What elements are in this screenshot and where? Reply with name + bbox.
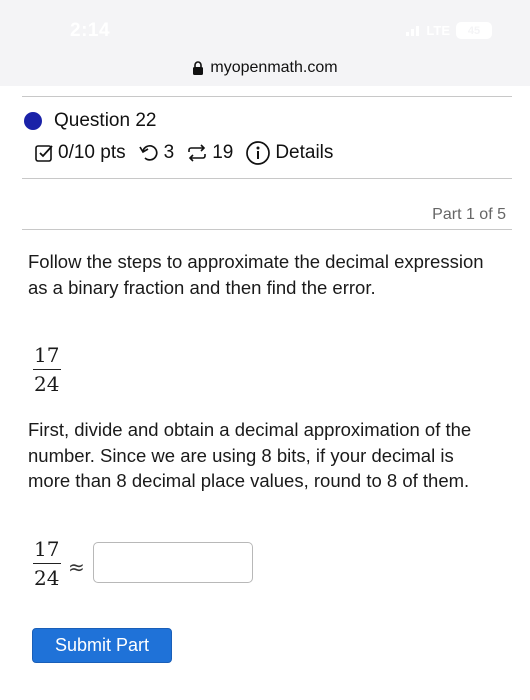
attempts-count: 19 bbox=[212, 142, 234, 163]
answer-input[interactable] bbox=[93, 542, 253, 583]
question-status-dot bbox=[24, 112, 42, 130]
answer-fraction-numerator: 17 bbox=[34, 537, 60, 561]
divider bbox=[22, 178, 512, 179]
fraction-numerator: 17 bbox=[34, 343, 60, 367]
approx-symbol: ≈ bbox=[68, 555, 85, 579]
url-text: myopenmath.com bbox=[210, 59, 338, 76]
points-text: 0/10 pts bbox=[58, 142, 126, 163]
checkbox-icon bbox=[35, 145, 53, 162]
status-indicators: LTE 45 bbox=[406, 22, 492, 39]
fraction-bar bbox=[32, 563, 61, 564]
retries-group: 3 bbox=[138, 142, 175, 164]
fraction-denominator: 24 bbox=[34, 372, 60, 396]
question-header: Question 22 bbox=[24, 110, 156, 132]
answer-fraction: 17 24 bbox=[32, 537, 61, 590]
details-label: Details bbox=[275, 142, 334, 163]
question-title: Question 22 bbox=[54, 110, 157, 131]
network-label: LTE bbox=[426, 23, 450, 38]
details-button[interactable]: Details bbox=[245, 140, 333, 166]
fraction-display: 17 24 bbox=[32, 343, 61, 396]
answer-fraction-denominator: 24 bbox=[34, 566, 60, 590]
submit-part-button[interactable]: Submit Part bbox=[32, 628, 172, 663]
fraction-bar bbox=[32, 369, 61, 370]
info-icon bbox=[246, 141, 271, 165]
question-meta: 0/10 pts 3 19 Details bbox=[34, 138, 345, 168]
divider bbox=[22, 229, 512, 230]
lock-icon bbox=[193, 61, 204, 75]
url-bar[interactable]: myopenmath.com bbox=[0, 50, 530, 86]
part-label: Part 1 of 5 bbox=[432, 206, 506, 223]
status-bar: 2:14 LTE 45 bbox=[0, 0, 530, 50]
status-time: 2:14 bbox=[70, 20, 111, 41]
divider bbox=[22, 96, 512, 97]
signal-icon bbox=[406, 25, 420, 36]
points-group: 0/10 pts bbox=[34, 142, 126, 164]
battery-icon: 45 bbox=[456, 22, 492, 39]
undo-icon bbox=[138, 145, 158, 161]
step-text: First, divide and obtain a decimal appro… bbox=[28, 419, 472, 491]
instructions-text: Follow the steps to approximate the deci… bbox=[28, 251, 484, 298]
repeat-icon bbox=[188, 144, 206, 162]
retries-count: 3 bbox=[163, 142, 175, 163]
attempts-group: 19 bbox=[186, 142, 233, 164]
